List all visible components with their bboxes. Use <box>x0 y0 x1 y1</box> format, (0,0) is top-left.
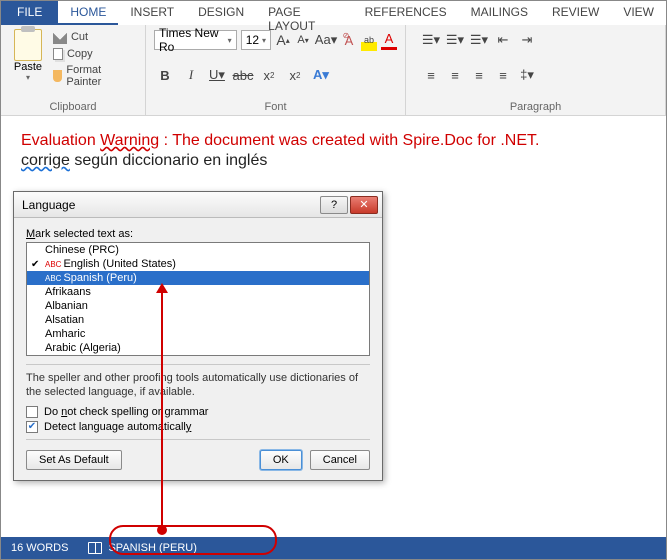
tab-view[interactable]: VIEW <box>611 1 666 25</box>
shrink-font-button[interactable]: A▾ <box>295 29 311 51</box>
dialog-close-button[interactable]: ✕ <box>350 196 378 214</box>
list-item[interactable]: ✔ABCEnglish (United States) <box>27 257 369 271</box>
spellcheck-icon: ABC <box>45 274 61 283</box>
group-label-clipboard: Clipboard <box>9 99 137 113</box>
checkbox-icon: ✔ <box>26 421 38 433</box>
underline-button[interactable]: U▾ <box>206 64 228 86</box>
font-color-button[interactable]: A <box>381 31 397 50</box>
dialog-description: The speller and other proofing tools aut… <box>26 371 370 400</box>
language-listbox[interactable]: Chinese (PRC) ✔ABCEnglish (United States… <box>26 242 370 356</box>
list-item[interactable]: Afrikaans <box>27 285 369 299</box>
paste-button[interactable]: Paste ▾ <box>9 29 47 89</box>
font-size-combo[interactable]: 12▾ <box>241 30 271 50</box>
document-line: corrige según diccionario en inglés <box>21 152 646 170</box>
tab-mailings[interactable]: MAILINGS <box>459 1 540 25</box>
font-family-combo[interactable]: Times New Ro▾ <box>154 30 237 50</box>
group-label-font: Font <box>154 99 397 113</box>
list-item[interactable]: Amharic <box>27 327 369 341</box>
tab-home[interactable]: HOME <box>58 1 118 25</box>
justify-button[interactable]: ≡ <box>492 64 514 86</box>
outdent-button[interactable]: ⇤ <box>492 29 514 51</box>
list-item[interactable]: Albanian <box>27 299 369 313</box>
tab-references[interactable]: REFERENCES <box>353 1 459 25</box>
grow-font-button[interactable]: A▴ <box>275 29 291 51</box>
dialog-help-button[interactable]: ? <box>320 196 348 214</box>
list-item[interactable]: Arabic (Algeria) <box>27 341 369 355</box>
cancel-button[interactable]: Cancel <box>310 450 370 470</box>
format-painter-button[interactable]: Format Painter <box>51 63 137 89</box>
clear-format-button[interactable]: A⊘ <box>341 29 357 51</box>
no-check-checkbox[interactable]: Do not check spelling or grammar <box>26 406 370 418</box>
italic-button[interactable]: I <box>180 64 202 86</box>
language-dialog: Language ? ✕ Mark selected text as: Chin… <box>13 191 383 481</box>
text-effects-button[interactable]: A▾ <box>310 64 332 86</box>
brush-icon <box>53 70 62 82</box>
mark-text-label: Mark selected text as: <box>26 228 370 240</box>
copy-button[interactable]: Copy <box>51 47 137 61</box>
group-font: Times New Ro▾ 12▾ A▴ A▾ Aa▾ A⊘ ab A B I … <box>146 25 406 115</box>
tab-insert[interactable]: INSERT <box>118 1 186 25</box>
tab-design[interactable]: DESIGN <box>186 1 256 25</box>
highlight-button[interactable]: ab <box>361 29 377 51</box>
group-label-paragraph: Paragraph <box>414 99 657 113</box>
detect-auto-checkbox[interactable]: ✔ Detect language automatically <box>26 421 370 433</box>
list-item-selected[interactable]: ABCSpanish (Peru) <box>27 271 369 285</box>
annotation-arrow-line <box>161 290 163 530</box>
indent-button[interactable]: ⇥ <box>516 29 538 51</box>
list-item[interactable]: Alsatian <box>27 313 369 327</box>
line-spacing-button[interactable]: ‡▾ <box>516 64 538 86</box>
paste-icon <box>14 29 42 61</box>
tab-review[interactable]: REVIEW <box>540 1 611 25</box>
language-status[interactable]: SPANISH (PERU) <box>88 542 196 554</box>
group-clipboard: Paste ▾ Cut Copy Format Painter Clipboar… <box>1 25 146 115</box>
strike-button[interactable]: abc <box>232 64 254 86</box>
multilevel-button[interactable]: ☰▾ <box>468 29 490 51</box>
superscript-button[interactable]: x2 <box>284 64 306 86</box>
bold-button[interactable]: B <box>154 64 176 86</box>
word-count[interactable]: 16 WORDS <box>11 542 68 554</box>
numbering-button[interactable]: ☰▾ <box>444 29 466 51</box>
bullets-button[interactable]: ☰▾ <box>420 29 442 51</box>
ribbon-tabs: FILE HOME INSERT DESIGN PAGE LAYOUT REFE… <box>1 1 666 25</box>
change-case-button[interactable]: Aa▾ <box>315 29 337 51</box>
annotation-arrow-dot <box>157 525 167 535</box>
spellcheck-icon: ABC <box>45 260 61 269</box>
checkbox-icon <box>26 406 38 418</box>
tab-file[interactable]: FILE <box>1 1 58 25</box>
copy-icon <box>53 48 63 60</box>
dialog-titlebar[interactable]: Language ? ✕ <box>14 192 382 218</box>
book-icon <box>88 542 102 554</box>
set-default-button[interactable]: Set As Default <box>26 450 122 470</box>
align-right-button[interactable]: ≡ <box>468 64 490 86</box>
ok-button[interactable]: OK <box>260 450 302 470</box>
align-center-button[interactable]: ≡ <box>444 64 466 86</box>
cut-button[interactable]: Cut <box>51 29 137 45</box>
ribbon: Paste ▾ Cut Copy Format Painter Clipboar… <box>1 25 666 116</box>
list-item[interactable]: Chinese (PRC) <box>27 243 369 257</box>
paste-label: Paste <box>14 61 42 73</box>
cut-icon <box>53 30 67 44</box>
chevron-down-icon: ▾ <box>26 73 30 82</box>
dialog-title: Language <box>22 198 75 212</box>
evaluation-warning: Evaluation Warning : The document was cr… <box>21 132 646 150</box>
align-left-button[interactable]: ≡ <box>420 64 442 86</box>
status-bar: 16 WORDS SPANISH (PERU) <box>1 537 666 559</box>
group-paragraph: ☰▾ ☰▾ ☰▾ ⇤ ⇥ ≡ ≡ ≡ ≡ ‡▾ Paragraph <box>406 25 666 115</box>
tab-page-layout[interactable]: PAGE LAYOUT <box>256 1 352 25</box>
subscript-button[interactable]: x2 <box>258 64 280 86</box>
